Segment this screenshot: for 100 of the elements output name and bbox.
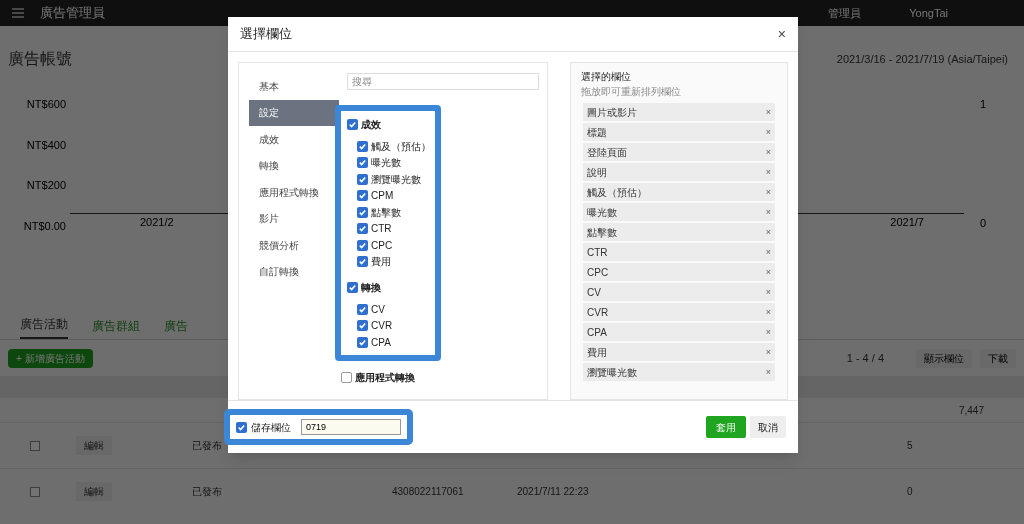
remove-button[interactable]: × xyxy=(765,287,771,297)
remove-button[interactable]: × xyxy=(765,327,771,337)
account-menu[interactable]: YongTai xyxy=(909,4,948,22)
remove-button[interactable]: × xyxy=(765,307,771,317)
chip-label: 曝光數 xyxy=(587,205,617,220)
field-label: 觸及（預估） xyxy=(371,139,431,154)
checked-checkbox[interactable] xyxy=(357,239,368,251)
panel-title: 選擇的欄位 xyxy=(581,70,632,84)
selected-field-chip[interactable]: CPC × xyxy=(583,263,775,281)
selected-field-chip[interactable]: 說明 × xyxy=(583,163,775,181)
tab[interactable]: 廣告活動 xyxy=(20,315,68,339)
chip-label: 瀏覽曝光數 xyxy=(587,365,637,380)
axis-label: NT$600 xyxy=(26,97,66,112)
id-cell-text: 4308022117061 xyxy=(392,485,465,499)
date-cell-text: 2021/7/11 22:23 xyxy=(517,485,590,499)
remove-button[interactable]: × xyxy=(765,127,771,137)
name-input[interactable]: 0719 xyxy=(301,419,401,435)
category-item[interactable]: 應用程式轉換 xyxy=(249,179,339,206)
remove-button[interactable]: × xyxy=(765,107,771,117)
category-item[interactable]: 成效 xyxy=(249,126,339,153)
edit-button[interactable]: 編輯 xyxy=(76,482,112,501)
chip-label: 標題 xyxy=(587,125,607,140)
checked-checkbox[interactable] xyxy=(357,173,368,185)
panel-hint: 拖放即可重新排列欄位 xyxy=(581,85,682,99)
selected-field-chip[interactable]: 登陸頁面 × xyxy=(583,143,775,161)
selected-field-chip[interactable]: 觸及（預估） × xyxy=(583,183,775,201)
checkbox[interactable] xyxy=(30,440,40,451)
category-item[interactable]: 競價分析 xyxy=(249,232,339,259)
remove-button[interactable]: × xyxy=(765,247,771,257)
category-item[interactable]: 基本 xyxy=(249,73,339,100)
checked-checkbox[interactable] xyxy=(236,421,247,433)
checked-checkbox[interactable] xyxy=(357,140,368,152)
close-button[interactable]: × xyxy=(777,27,786,41)
apply-button[interactable]: 套用 xyxy=(706,416,746,438)
chip-label: 圖片或影片 xyxy=(587,105,637,120)
checked-checkbox[interactable] xyxy=(357,223,368,235)
category-item[interactable]: 影片 xyxy=(249,205,339,232)
selected-field-chip[interactable]: CTR × xyxy=(583,243,775,261)
columns-button[interactable]: 顯示欄位 xyxy=(916,348,972,368)
group-label: 應用程式轉換 xyxy=(355,370,415,385)
checked-checkbox[interactable] xyxy=(357,336,368,348)
field-label: CPM xyxy=(371,189,394,204)
chip-label: CVR xyxy=(587,305,609,320)
checked-checkbox[interactable] xyxy=(357,256,368,268)
checked-checkbox[interactable] xyxy=(347,119,358,130)
field-label: CPA xyxy=(371,335,391,350)
axis-label: 1 xyxy=(980,97,988,112)
total-cell-text: 7,447 xyxy=(958,403,984,418)
remove-button[interactable]: × xyxy=(765,207,771,217)
selected-field-chip[interactable]: 瀏覽曝光數 × xyxy=(583,363,775,381)
cancel-button[interactable]: 取消 xyxy=(750,416,786,438)
checked-checkbox[interactable] xyxy=(357,157,368,169)
selected-field-chip[interactable]: 圖片或影片 × xyxy=(583,103,775,121)
checkbox[interactable] xyxy=(30,486,40,497)
axis-label: 2021/7 xyxy=(890,215,924,230)
remove-button[interactable]: × xyxy=(765,267,771,277)
remove-button[interactable]: × xyxy=(765,167,771,177)
checked-checkbox[interactable] xyxy=(347,282,358,293)
category-item[interactable]: 自訂轉換 xyxy=(249,258,339,285)
remove-button[interactable]: × xyxy=(765,367,771,377)
remove-button[interactable]: × xyxy=(765,187,771,197)
field-label: CPC xyxy=(371,238,393,253)
checked-checkbox[interactable] xyxy=(357,206,368,218)
selected-field-chip[interactable]: 曝光數 × xyxy=(583,203,775,221)
remove-button[interactable]: × xyxy=(765,347,771,357)
field-label: CV xyxy=(371,302,385,317)
selected-field-chip[interactable]: 點擊數 × xyxy=(583,223,775,241)
checkbox[interactable] xyxy=(341,371,352,383)
axis-label: NT$0.00 xyxy=(23,218,66,234)
chip-label: CPA xyxy=(587,325,607,340)
checked-checkbox[interactable] xyxy=(357,303,368,315)
role-menu[interactable]: 管理員 xyxy=(828,4,862,22)
axis-label: 0 xyxy=(980,215,988,231)
selected-field-chip[interactable]: 費用 × xyxy=(583,343,775,361)
selected-field-chip[interactable]: CVR × xyxy=(583,303,775,321)
chip-label: CPC xyxy=(587,265,609,280)
selected-field-chip[interactable]: CV × xyxy=(583,283,775,301)
group-label: 成效 xyxy=(361,118,381,132)
chip-label: CTR xyxy=(587,245,608,260)
checked-checkbox[interactable] xyxy=(357,320,368,332)
remove-button[interactable]: × xyxy=(765,147,771,157)
selected-field-chip[interactable]: 標題 × xyxy=(583,123,775,141)
count-cell-text: 0 xyxy=(907,485,913,499)
chip-label: 費用 xyxy=(587,345,607,360)
selected-field-chip[interactable]: CPA × xyxy=(583,323,775,341)
field-label: 點擊數 xyxy=(371,205,401,220)
category-item[interactable]: 設定 xyxy=(249,99,339,126)
dialog-title: 選擇欄位 xyxy=(240,25,292,44)
chip-label: CV xyxy=(587,285,601,300)
field-label: CTR xyxy=(371,222,392,237)
app-title: 廣告管理員 xyxy=(40,4,105,23)
download-button[interactable]: 下載 xyxy=(980,348,1016,368)
category-item[interactable]: 轉換 xyxy=(249,152,339,179)
field-label: 曝光數 xyxy=(371,156,401,171)
search-field[interactable]: 搜尋 xyxy=(347,73,539,90)
remove-button[interactable]: × xyxy=(765,227,771,237)
date-range[interactable]: 2021/3/16 - 2021/7/19 (Asia/Taipei) xyxy=(836,50,1016,68)
checked-checkbox[interactable] xyxy=(357,190,368,202)
field-label: 費用 xyxy=(371,255,391,270)
edit-button[interactable]: 編輯 xyxy=(76,436,112,455)
